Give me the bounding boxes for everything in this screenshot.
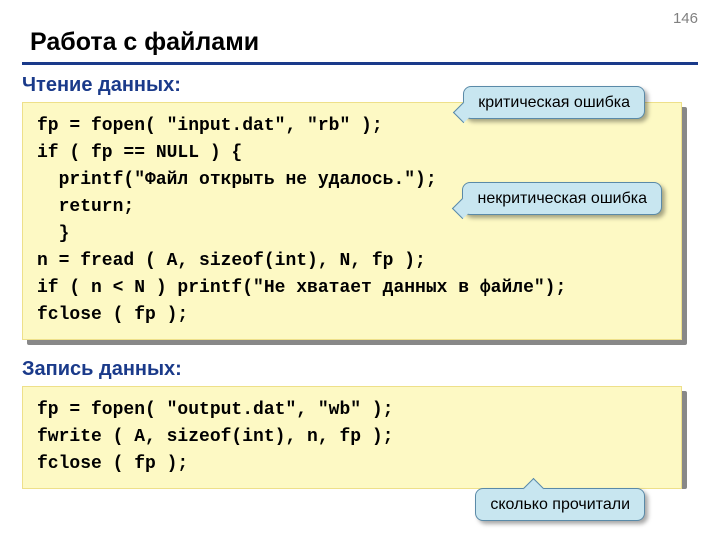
page-number: 146: [673, 10, 698, 27]
callout-critical-error: критическая ошибка: [463, 86, 645, 119]
callout-noncritical-error: некритическая ошибка: [462, 182, 662, 215]
page-title: Работа с файлами: [30, 28, 259, 57]
code-content-reading: fp = fopen( "input.dat", "rb" ); if ( fp…: [22, 102, 682, 340]
callout-how-many-read: сколько прочитали: [475, 488, 645, 521]
title-underline: [22, 62, 698, 65]
code-block-reading: fp = fopen( "input.dat", "rb" ); if ( fp…: [22, 102, 682, 340]
section-reading-label: Чтение данных:: [22, 74, 181, 97]
code-block-writing: fp = fopen( "output.dat", "wb" ); fwrite…: [22, 386, 682, 489]
section-writing-label: Запись данных:: [22, 358, 182, 381]
code-content-writing: fp = fopen( "output.dat", "wb" ); fwrite…: [22, 386, 682, 489]
